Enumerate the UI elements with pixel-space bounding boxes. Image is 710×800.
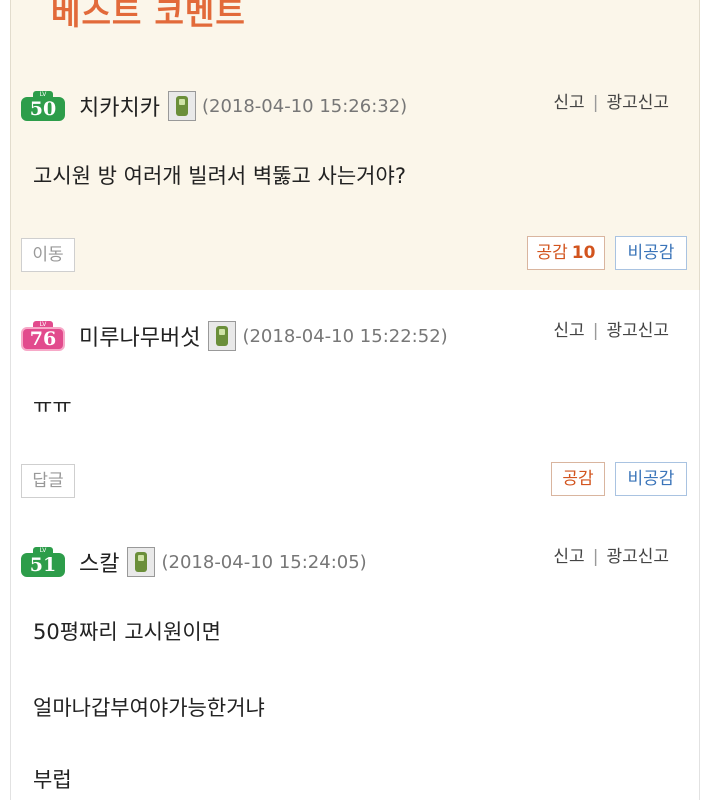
ad-report-link[interactable]: 광고신고 xyxy=(606,321,669,341)
comment-item: LV 76 미루나무버섯 (2018-04-10 15:22:52) 신고 | 광고… xyxy=(10,290,700,517)
report-links: 신고 | 광고신고 xyxy=(553,547,669,567)
comment-item: LV 51 스칼 (2018-04-10 15:24:05) 신고 | 광고신고 5… xyxy=(10,516,700,800)
comment-header: LV 50 치카치카 (2018-04-10 15:26:32) xyxy=(21,88,407,124)
mobile-phone-icon xyxy=(127,547,156,577)
comment-text: ㅠㅠ xyxy=(33,394,72,418)
comment-page: 베스트 코멘트 LV 50 치카치카 (2018-04-10 15:26:32)… xyxy=(0,0,710,800)
mobile-phone-icon xyxy=(167,91,196,121)
timestamp: (2018-04-10 15:22:52) xyxy=(242,325,448,347)
like-button[interactable]: 공감 10 xyxy=(527,236,605,270)
comment-text-line: 부럽 xyxy=(33,768,72,792)
comment-text: 고시원 방 여러개 빌려서 벽뚫고 사는거야? xyxy=(33,164,406,188)
nickname[interactable]: 미루나무버섯 xyxy=(79,320,200,352)
report-link[interactable]: 신고 xyxy=(553,321,584,341)
dislike-button[interactable]: 비공감 xyxy=(615,236,687,270)
report-links: 신고 | 광고신고 xyxy=(553,93,669,113)
like-label: 공감 xyxy=(536,243,568,263)
best-comment: 베스트 코멘트 LV 50 치카치카 (2018-04-10 15:26:32)… xyxy=(10,0,700,291)
report-links: 신고 | 광고신고 xyxy=(553,321,669,341)
nickname[interactable]: 스칼 xyxy=(79,546,119,578)
comment-text-line: 50평짜리 고시원이면 xyxy=(33,620,221,644)
mobile-phone-icon xyxy=(208,321,237,351)
level-badge-icon: LV 50 xyxy=(21,91,65,121)
level-badge-icon: LV 51 xyxy=(21,547,65,577)
like-count: 10 xyxy=(571,243,596,263)
timestamp: (2018-04-10 15:26:32) xyxy=(201,95,408,117)
ad-report-link[interactable]: 광고신고 xyxy=(606,547,669,567)
level-badge-icon: LV 76 xyxy=(21,321,65,351)
comment-header: LV 51 스칼 (2018-04-10 15:24:05) xyxy=(21,544,367,580)
reply-button[interactable]: 답글 xyxy=(21,464,75,498)
comment-text-line: 얼마나갑부여야가능한거냐 xyxy=(33,696,265,720)
ad-report-link[interactable]: 광고신고 xyxy=(606,93,669,113)
report-link[interactable]: 신고 xyxy=(553,547,584,567)
comment-header: LV 76 미루나무버섯 (2018-04-10 15:22:52) xyxy=(21,318,448,354)
best-comments-title: 베스트 코멘트 xyxy=(51,0,246,32)
like-button[interactable]: 공감 xyxy=(551,462,605,496)
nickname[interactable]: 치카치카 xyxy=(79,90,160,122)
report-link[interactable]: 신고 xyxy=(553,93,584,113)
move-button[interactable]: 이동 xyxy=(21,238,75,272)
dislike-button[interactable]: 비공감 xyxy=(615,462,687,496)
timestamp: (2018-04-10 15:24:05) xyxy=(161,551,367,573)
